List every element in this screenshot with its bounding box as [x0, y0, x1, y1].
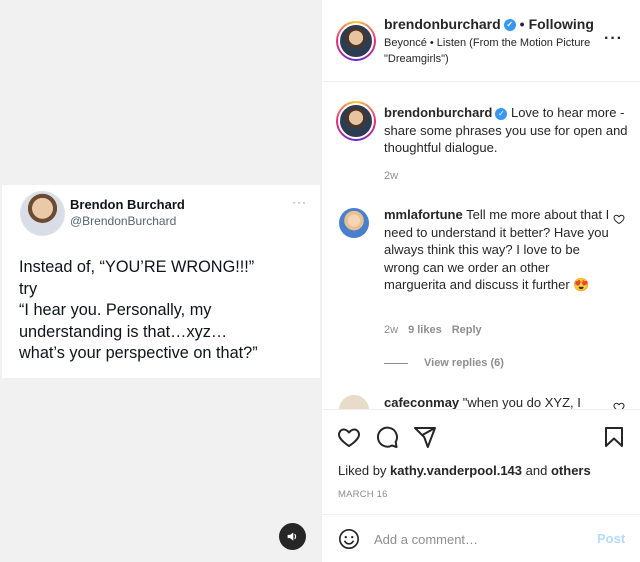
post-media[interactable]: Brendon Burchard @BrendonBurchard ··· In… [0, 0, 322, 562]
action-bar: Liked by kathy.vanderpool.143 and others… [322, 410, 640, 515]
comment: cafeconmay "when you do XYZ, I [384, 395, 614, 410]
caption: brendonburchard ✓ Love to hear more - sha… [384, 104, 629, 157]
comment-input[interactable] [374, 528, 574, 550]
tweet-line: what’s your perspective on that?” [19, 344, 258, 362]
liked-by: Liked by kathy.vanderpool.143 and others [338, 463, 591, 478]
add-comment-bar: Post [322, 516, 640, 562]
comment-like-icon[interactable] [613, 213, 625, 225]
comment-like-icon[interactable] [613, 401, 625, 410]
comments-section: brendonburchard ✓ Love to hear more - sha… [322, 83, 640, 410]
tweet-avatar [20, 191, 65, 236]
comment-avatar[interactable] [339, 208, 369, 238]
post-header: brendonburchard ✓ • Following Beyoncé • Lis… [322, 0, 640, 82]
header-user-line: brendonburchard ✓ • Following [384, 16, 594, 32]
replies-divider [384, 362, 408, 364]
tweet-text: Instead of, “YOU’RE WRONG!!!” try “I hea… [19, 257, 314, 365]
post-comment-button[interactable]: Post [597, 531, 625, 546]
liked-user-link[interactable]: kathy.vanderpool.143 [390, 463, 522, 478]
tweet-more-icon: ··· [292, 195, 307, 209]
tweet-line: try [19, 279, 38, 298]
verified-icon: ✓ [503, 19, 516, 32]
reply-button[interactable]: Reply [452, 324, 482, 336]
more-options-icon[interactable]: ··· [604, 30, 623, 48]
comment-avatar[interactable] [339, 395, 369, 409]
sound-button[interactable] [279, 523, 306, 550]
tweet-screenshot: Brendon Burchard @BrendonBurchard ··· In… [2, 185, 320, 378]
comment-timestamp[interactable]: 2w [384, 324, 398, 336]
like-icon[interactable] [337, 425, 361, 449]
comment-icon[interactable] [375, 425, 399, 449]
comment: mmlafortune Tell me more about that I ne… [384, 206, 610, 294]
caption-timestamp[interactable]: 2w [384, 170, 398, 182]
following-button[interactable]: Following [529, 16, 594, 32]
emoji-icon[interactable] [338, 528, 360, 550]
tweet-line: understanding is that…xyz… [19, 322, 228, 341]
liked-prefix: Liked by [338, 463, 387, 478]
comment-likes[interactable]: 9 likes [408, 324, 442, 336]
author-avatar[interactable] [336, 21, 376, 61]
post-date[interactable]: MARCH 16 [338, 489, 388, 500]
tweet-author-name: Brendon Burchard [70, 197, 185, 212]
liked-and: and [525, 463, 548, 478]
tweet-line: Instead of, “YOU’RE WRONG!!!” [19, 258, 255, 276]
post-sidebar: brendonburchard ✓ • Following Beyoncé • Lis… [322, 0, 640, 562]
tweet-author-handle: @BrendonBurchard [70, 214, 177, 228]
tweet-line: “I hear you. Personally, my [19, 301, 212, 319]
comment-text: "when you do XYZ, I [462, 395, 581, 410]
instagram-post-viewer: Brendon Burchard @BrendonBurchard ··· In… [0, 0, 640, 562]
comment-meta: 2w 9 likes Reply [384, 324, 492, 336]
sound-icon [287, 532, 297, 541]
comment-username[interactable]: cafeconmay [384, 395, 459, 409]
save-icon[interactable] [602, 425, 626, 449]
audio-attribution[interactable]: Beyoncé • Listen (From the Motion Pictur… [384, 36, 594, 67]
caption-username[interactable]: brendonburchard [384, 105, 492, 120]
author-username[interactable]: brendonburchard [384, 16, 501, 32]
liked-others-link[interactable]: others [551, 463, 591, 478]
view-replies-label: View replies (6) [424, 357, 504, 369]
view-replies-button[interactable]: View replies (6) [384, 357, 504, 369]
caption-avatar[interactable] [336, 101, 376, 141]
verified-icon: ✓ [495, 107, 508, 120]
comment-username[interactable]: mmlafortune [384, 207, 463, 222]
separator-dot: • [519, 16, 525, 32]
share-icon[interactable] [413, 425, 437, 449]
